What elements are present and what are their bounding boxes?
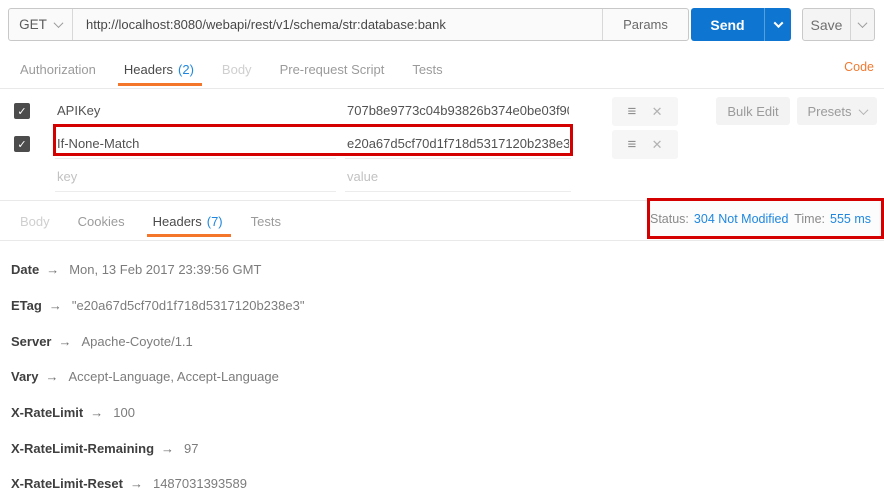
code-link[interactable]: Code — [844, 60, 874, 74]
response-header-row: X-RateLimit → 100 — [11, 404, 135, 420]
response-header-value: 1487031393589 — [153, 476, 247, 491]
arrow-icon: → — [58, 334, 71, 349]
arrow-icon: → — [45, 369, 58, 384]
header-key-input[interactable] — [55, 95, 336, 126]
send-options-button[interactable] — [764, 8, 791, 41]
url-field-wrap — [73, 9, 602, 40]
save-button-group: Save — [802, 8, 875, 41]
response-header-name: Vary — [11, 369, 38, 384]
chevron-down-icon — [858, 18, 868, 28]
status-value: 304 Not Modified — [694, 212, 789, 226]
header-value-input[interactable] — [345, 95, 571, 126]
presets-dropdown[interactable]: Presets — [797, 97, 877, 125]
tab-body[interactable]: Body — [222, 53, 252, 86]
arrow-icon: → — [49, 298, 62, 313]
tab-count: (7) — [207, 214, 223, 229]
tab-response-tests[interactable]: Tests — [251, 206, 281, 237]
response-header-row: Date → Mon, 13 Feb 2017 23:39:56 GMT — [11, 261, 261, 277]
send-button-group: Send — [691, 8, 791, 41]
check-icon: ✓ — [17, 105, 26, 118]
response-header-value: 100 — [113, 405, 135, 420]
params-label: Params — [623, 17, 668, 32]
menu-icon[interactable]: ≡ — [627, 136, 636, 153]
request-tabs: Authorization Headers (2) Body Pre-reque… — [20, 53, 471, 86]
bulk-edit-button[interactable]: Bulk Edit — [716, 97, 790, 125]
chevron-down-icon — [53, 18, 63, 28]
response-header-row: ETag → "e20a67d5cf70d1f718d5317120b238e3… — [11, 297, 304, 313]
bulk-edit-label: Bulk Edit — [727, 104, 778, 119]
check-icon: ✓ — [17, 138, 26, 151]
tab-label: Body — [222, 62, 252, 77]
response-header-row: Vary → Accept-Language, Accept-Language — [11, 368, 279, 384]
arrow-icon: → — [46, 262, 59, 277]
close-icon[interactable]: ✕ — [652, 137, 663, 153]
tab-count: (2) — [178, 62, 194, 77]
tab-headers[interactable]: Headers (2) — [124, 53, 194, 86]
menu-icon[interactable]: ≡ — [627, 103, 636, 120]
send-button[interactable]: Send — [691, 8, 764, 41]
presets-label: Presets — [807, 104, 851, 119]
tab-label: Pre-request Script — [280, 62, 385, 77]
url-input[interactable] — [86, 17, 589, 32]
arrow-icon: → — [90, 405, 103, 420]
divider — [0, 240, 884, 241]
new-header-value-input[interactable] — [345, 161, 571, 192]
response-header-name: Server — [11, 334, 51, 349]
tab-label: Tests — [251, 214, 281, 229]
save-options-button[interactable] — [850, 9, 874, 40]
tab-label: Authorization — [20, 62, 96, 77]
header-row-checkbox[interactable]: ✓ — [14, 136, 30, 152]
tab-response-body[interactable]: Body — [20, 206, 50, 237]
postman-request-view: GET Params Send Save Authorization — [0, 0, 884, 495]
method-dropdown[interactable]: GET — [9, 9, 73, 40]
time-value: 555 ms — [830, 212, 871, 226]
method-label: GET — [19, 17, 47, 32]
params-button[interactable]: Params — [602, 9, 688, 40]
response-header-value: Accept-Language, Accept-Language — [68, 369, 278, 384]
arrow-icon: → — [130, 476, 143, 491]
row-actions: ≡ ✕ — [612, 130, 678, 159]
header-key-input[interactable] — [55, 128, 336, 159]
tab-response-headers[interactable]: Headers (7) — [153, 206, 223, 237]
status-label: Status: — [650, 212, 689, 226]
arrow-icon: → — [161, 441, 174, 456]
time-label: Time: — [794, 212, 825, 226]
tab-label: Body — [20, 214, 50, 229]
header-value-input[interactable] — [345, 128, 571, 159]
response-header-name: X-RateLimit-Reset — [11, 476, 123, 491]
response-header-row: X-RateLimit-Remaining → 97 — [11, 440, 198, 456]
response-header-name: X-RateLimit — [11, 405, 83, 420]
tab-response-cookies[interactable]: Cookies — [78, 206, 125, 237]
response-tabs: Body Cookies Headers (7) Tests — [20, 206, 309, 237]
tab-label: Tests — [412, 62, 442, 77]
tab-tests[interactable]: Tests — [412, 53, 442, 86]
tab-label: Headers — [124, 62, 173, 77]
divider — [0, 88, 884, 89]
request-bar: GET Params Send Save — [8, 8, 875, 41]
tab-pre-request-script[interactable]: Pre-request Script — [280, 53, 385, 86]
response-header-name: ETag — [11, 298, 42, 313]
tab-authorization[interactable]: Authorization — [20, 53, 96, 86]
tab-label: Headers — [153, 214, 202, 229]
response-header-value: Apache-Coyote/1.1 — [81, 334, 192, 349]
chevron-down-icon — [858, 105, 868, 115]
url-composite: GET Params — [8, 8, 689, 41]
response-header-value: Mon, 13 Feb 2017 23:39:56 GMT — [69, 262, 261, 277]
tab-label: Cookies — [78, 214, 125, 229]
response-header-value: "e20a67d5cf70d1f718d5317120b238e3" — [72, 298, 305, 313]
header-row-checkbox[interactable]: ✓ — [14, 103, 30, 119]
response-header-row: X-RateLimit-Reset → 1487031393589 — [11, 475, 247, 491]
response-header-row: Server → Apache-Coyote/1.1 — [11, 333, 193, 349]
new-header-key-input[interactable] — [55, 161, 336, 192]
response-header-name: Date — [11, 262, 39, 277]
row-actions: ≡ ✕ — [612, 97, 678, 126]
close-icon[interactable]: ✕ — [652, 104, 663, 120]
response-status-annotation: Status: 304 Not Modified Time: 555 ms — [647, 198, 884, 239]
save-button[interactable]: Save — [803, 9, 850, 40]
response-header-value: 97 — [184, 441, 198, 456]
chevron-down-icon — [773, 18, 783, 28]
response-header-name: X-RateLimit-Remaining — [11, 441, 154, 456]
